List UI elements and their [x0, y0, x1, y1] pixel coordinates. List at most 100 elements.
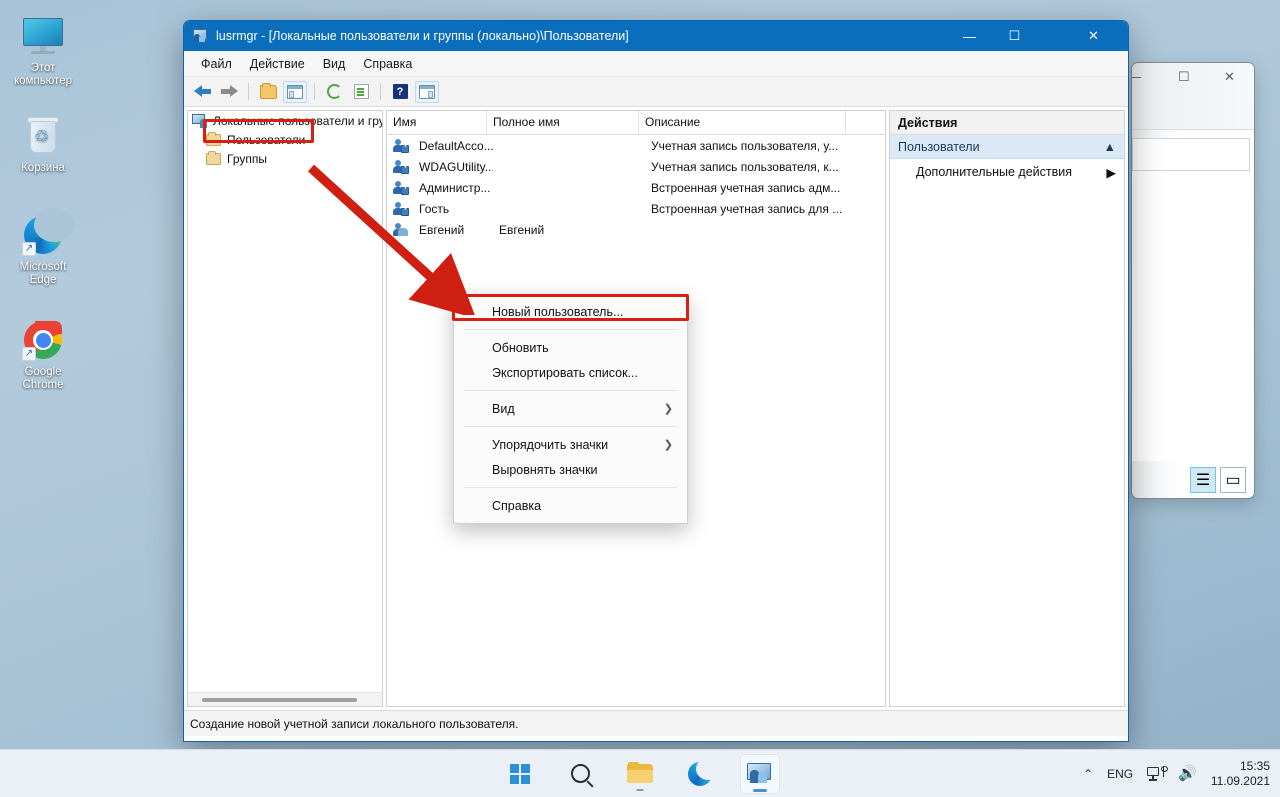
chevron-right-icon: ▶ [1106, 165, 1116, 180]
taskbar-search-button[interactable] [560, 754, 600, 794]
table-row[interactable]: WDAGUtility... Учетная запись пользовате… [387, 156, 885, 177]
shortcut-arrow-icon: ↗ [22, 242, 36, 256]
menu-item-view[interactable]: Вид [314, 54, 355, 74]
background-window-field[interactable] [1132, 138, 1250, 171]
action-item-label: Дополнительные действия [916, 165, 1073, 179]
taskbar-file-explorer[interactable] [620, 754, 660, 794]
action-item-more-actions[interactable]: Дополнительные действия ▶ [890, 159, 1124, 185]
table-row[interactable]: Администр... Встроенная учетная запись а… [387, 177, 885, 198]
cell-full-name: Евгений [499, 222, 545, 237]
context-menu-item-label: Вид [492, 401, 515, 416]
tray-language-indicator[interactable]: ENG [1107, 767, 1133, 781]
cell-name: Евгений [419, 222, 465, 237]
cell-description: Встроенная учетная запись для ... [651, 201, 843, 216]
cell-name: WDAGUtility... [419, 159, 493, 174]
context-menu-item-refresh[interactable]: Обновить [454, 335, 687, 360]
background-minimize-button[interactable]: — [1132, 69, 1141, 84]
desktop-icon-google-chrome[interactable]: ↗ Google Chrome [4, 318, 82, 392]
shortcut-arrow-icon: ↗ [22, 347, 36, 361]
start-button[interactable] [500, 754, 540, 794]
taskbar-apps [500, 753, 780, 794]
show-console-tree-icon[interactable] [283, 80, 307, 103]
background-close-button[interactable]: ✕ [1224, 69, 1235, 85]
close-button[interactable]: ✕ [1071, 21, 1116, 51]
column-header-description[interactable]: Описание [639, 111, 846, 134]
actions-pane: Действия Пользователи ▲ Дополнительные д… [889, 110, 1125, 707]
clock[interactable]: 15:35 11.09.2021 [1211, 759, 1270, 789]
tree-item-users[interactable]: Пользователи [201, 130, 382, 149]
tree-horizontal-scrollbar[interactable] [188, 692, 382, 706]
desktop-icon-this-computer[interactable]: Этот компьютер [4, 14, 82, 88]
lusrmgr-app-icon [193, 28, 209, 44]
status-text: Создание новой учетной записи локального… [190, 716, 519, 731]
table-row[interactable]: Евгений Евгений [387, 219, 885, 240]
details-view-button[interactable]: ☰ [1190, 467, 1216, 493]
scrollbar-thumb[interactable] [202, 698, 357, 702]
menu-bar: Файл Действие Вид Справка [184, 51, 1128, 77]
maximize-button[interactable]: ☐ [992, 21, 1037, 51]
context-menu-item-arrange-icons[interactable]: Упорядочить значки ❯ [454, 432, 687, 457]
chevron-up-icon[interactable]: ▲ [1104, 140, 1116, 154]
cell-description: Встроенная учетная запись адм... [651, 180, 841, 195]
back-icon[interactable] [190, 81, 214, 103]
toolbar-separator [380, 83, 381, 100]
desktop-icon-microsoft-edge[interactable]: ↗ Microsoft Edge [4, 208, 82, 287]
user-disabled-icon [393, 180, 409, 195]
forward-icon[interactable] [217, 81, 241, 103]
background-maximize-button[interactable]: ☐ [1178, 69, 1190, 85]
cell-name: DefaultAcco... [419, 138, 493, 153]
menu-item-action[interactable]: Действие [241, 54, 314, 74]
column-header-filler [846, 111, 885, 134]
help-icon[interactable]: ? [388, 81, 412, 103]
actions-pane-title: Действия [890, 111, 1124, 135]
menu-item-file[interactable]: Файл [192, 54, 241, 74]
show-action-pane-icon[interactable] [415, 80, 439, 103]
volume-icon[interactable]: 🔊 [1178, 766, 1197, 781]
context-menu-item-align-icons[interactable]: Выровнять значки [454, 457, 687, 482]
menu-item-help[interactable]: Справка [354, 54, 421, 74]
column-header-full-name[interactable]: Полное имя [487, 111, 639, 134]
taskbar-microsoft-edge[interactable] [680, 754, 720, 794]
tree-item-groups[interactable]: Группы [201, 149, 382, 168]
this-computer-icon [21, 14, 65, 58]
background-window[interactable]: — ☐ ✕ ☰ ▭ [1131, 62, 1255, 499]
table-row[interactable]: DefaultAcco... Учетная запись пользовате… [387, 135, 885, 156]
system-tray: ⌃ ENG 🔊 15:35 11.09.2021 [1083, 759, 1270, 789]
network-icon[interactable] [1147, 766, 1167, 781]
desktop-icon-recycle-bin[interactable]: ♲ Корзина [4, 114, 82, 175]
clock-date: 11.09.2021 [1210, 773, 1270, 788]
context-menu-item-export-list[interactable]: Экспортировать список... [454, 360, 687, 385]
desktop-icon-label: Корзина [21, 162, 65, 174]
actions-group-users[interactable]: Пользователи ▲ [890, 135, 1124, 159]
menu-separator [464, 329, 677, 330]
table-row[interactable]: Гость Встроенная учетная запись для ... [387, 198, 885, 219]
tree-item-label: Группы [227, 151, 267, 166]
chevron-right-icon: ❯ [663, 439, 673, 451]
cell-description: Учетная запись пользователя, у... [651, 138, 839, 153]
taskbar-lusrmgr[interactable] [740, 753, 780, 794]
refresh-icon[interactable] [322, 81, 346, 103]
cell-name: Администр... [419, 180, 491, 195]
large-icons-view-button[interactable]: ▭ [1220, 467, 1246, 493]
context-menu-item-label: Упорядочить значки [492, 437, 609, 452]
cell-description: Учетная запись пользователя, к... [651, 159, 839, 174]
tray-chevron-up-icon[interactable]: ⌃ [1083, 767, 1093, 781]
context-menu-item-new-user[interactable]: Новый пользователь... [454, 299, 687, 324]
tree-item-root[interactable]: Локальные пользователи и гру [188, 111, 382, 130]
column-header-name[interactable]: Имя [387, 111, 487, 134]
window-titlebar: lusrmgr - [Локальные пользователи и груп… [184, 21, 1128, 51]
taskbar: ⌃ ENG 🔊 15:35 11.09.2021 [0, 749, 1280, 797]
up-folder-icon[interactable] [256, 81, 280, 103]
lusrmgr-icon [747, 762, 773, 785]
context-menu-item-view[interactable]: Вид ❯ [454, 396, 687, 421]
export-list-icon[interactable] [349, 81, 373, 103]
console-tree-pane: Локальные пользователи и гру Пользовател… [187, 110, 383, 707]
search-icon [570, 764, 590, 783]
context-menu-item-help[interactable]: Справка [454, 493, 687, 518]
menu-separator [464, 426, 677, 427]
computer-icon [192, 113, 209, 128]
toolbar-separator [248, 83, 249, 100]
minimize-button[interactable]: — [947, 21, 992, 51]
file-explorer-icon [627, 761, 653, 784]
background-window-titlebar: — ☐ ✕ [1132, 63, 1254, 129]
